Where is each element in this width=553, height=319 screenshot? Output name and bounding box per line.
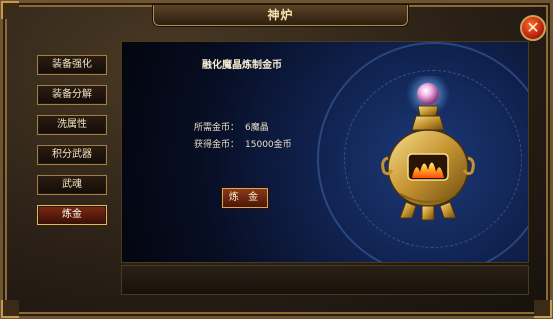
close-icon: ✕ bbox=[526, 18, 540, 37]
golden-furnace-icon bbox=[381, 76, 475, 221]
menu-item-points-weapon[interactable]: 积分武器 bbox=[37, 145, 107, 165]
alchemy-button[interactable]: 炼 金 bbox=[222, 188, 268, 208]
menu-item-equip-decompose[interactable]: 装备分解 bbox=[37, 85, 107, 105]
menu-item-equip-enhance[interactable]: 装备强化 bbox=[37, 55, 107, 75]
side-menu: 装备强化 装备分解 洗属性 积分武器 武魂 炼金 bbox=[37, 55, 107, 235]
cost-value: 6魔晶 bbox=[245, 123, 269, 133]
menu-item-weapon-soul[interactable]: 武魂 bbox=[37, 175, 107, 195]
cost-label: 所需金币： bbox=[194, 123, 240, 133]
alchemy-title: 融化魔晶炼制金币 bbox=[202, 60, 282, 71]
gain-label: 获得金币： bbox=[194, 140, 240, 150]
bottom-info-bar bbox=[121, 265, 529, 295]
gain-value: 15000金币 bbox=[245, 140, 292, 150]
window-frame: 神炉 ✕ 装备强化 装备分解 洗属性 积分武器 武魂 炼金 融化魔晶炼制金币 所… bbox=[0, 0, 553, 319]
gain-line: 获得金币： 15000金币 bbox=[194, 137, 292, 150]
menu-item-reroll-attributes[interactable]: 洗属性 bbox=[37, 115, 107, 135]
frame-corner bbox=[1, 300, 19, 318]
frame-corner bbox=[1, 1, 19, 19]
window-title: 神炉 bbox=[153, 5, 408, 26]
cost-line: 所需金币： 6魔晶 bbox=[194, 120, 269, 133]
menu-item-alchemy[interactable]: 炼金 bbox=[37, 205, 107, 225]
alchemy-panel: 融化魔晶炼制金币 所需金币： 6魔晶 获得金币： 15000金币 炼 金 bbox=[121, 41, 529, 263]
close-button[interactable]: ✕ bbox=[520, 15, 546, 41]
frame-corner bbox=[534, 300, 552, 318]
